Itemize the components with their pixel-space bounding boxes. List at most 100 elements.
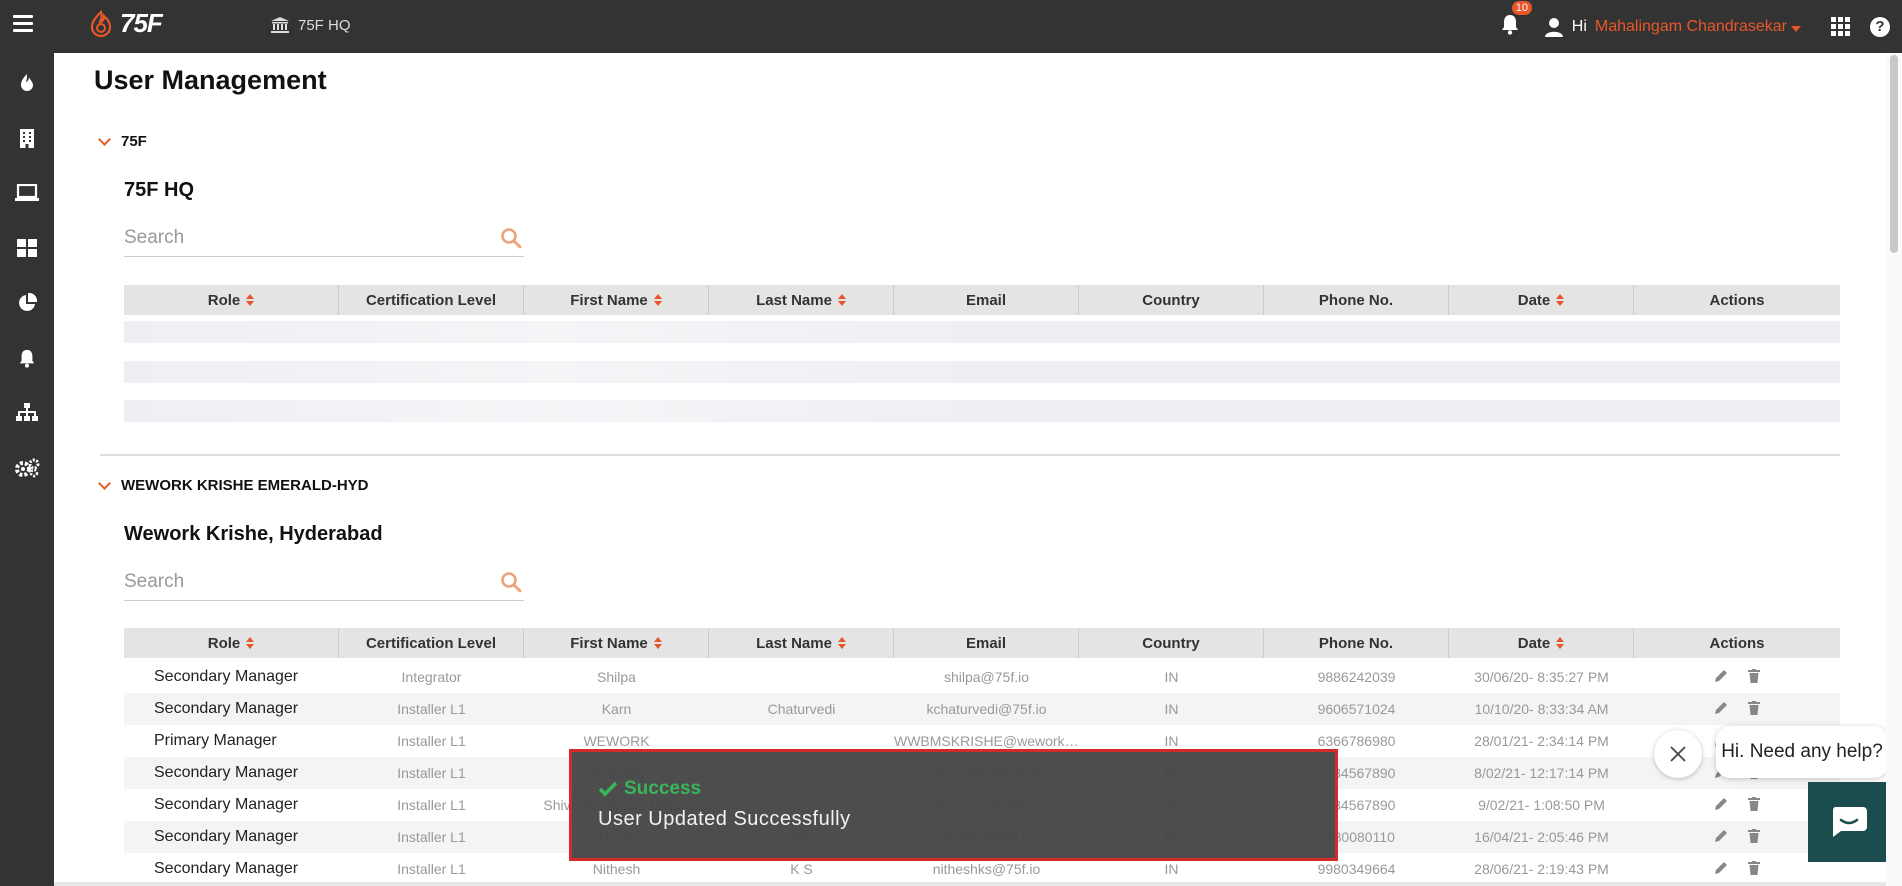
sort-icon[interactable] bbox=[1556, 637, 1565, 649]
delete-trash-icon[interactable] bbox=[1748, 668, 1760, 686]
building-icon bbox=[20, 129, 34, 148]
column-role[interactable]: Role bbox=[124, 628, 339, 658]
caret-down-icon bbox=[1791, 25, 1801, 32]
cell-country: IN bbox=[1164, 669, 1179, 685]
sidebar-item-devices[interactable] bbox=[12, 178, 42, 208]
success-toast[interactable]: Success User Updated Successfully bbox=[569, 749, 1338, 861]
sort-icon[interactable] bbox=[653, 637, 662, 649]
sort-icon[interactable] bbox=[653, 294, 662, 306]
search-box bbox=[124, 565, 524, 601]
column-country: Country bbox=[1079, 628, 1264, 658]
sidebar-item-alerts[interactable] bbox=[12, 343, 42, 373]
checkmark-icon bbox=[598, 781, 618, 797]
cell-country: IN bbox=[1164, 701, 1179, 717]
scrollbar-thumb[interactable] bbox=[1890, 55, 1898, 253]
cell-country: IN bbox=[1164, 733, 1179, 749]
sidebar-item-reports[interactable] bbox=[12, 288, 42, 318]
settings-icon bbox=[15, 458, 40, 478]
dashboard-icon bbox=[17, 239, 37, 257]
hamburger-menu-icon[interactable] bbox=[13, 15, 33, 35]
loading-placeholder-row bbox=[124, 361, 1840, 383]
delete-trash-icon[interactable] bbox=[1748, 796, 1760, 814]
sort-icon[interactable] bbox=[246, 637, 255, 649]
logo[interactable]: 75F bbox=[88, 8, 163, 39]
cell-cert: Installer L1 bbox=[397, 765, 466, 781]
chat-close-button[interactable] bbox=[1654, 730, 1702, 778]
column-last-name[interactable]: Last Name bbox=[709, 628, 894, 658]
search-icon[interactable] bbox=[500, 571, 522, 598]
column-phone: Phone No. bbox=[1264, 285, 1449, 315]
sidebar-item-dashboard[interactable] bbox=[12, 233, 42, 263]
column-certification-level: Certification Level bbox=[339, 285, 524, 315]
user-icon bbox=[1544, 17, 1563, 37]
sidebar-item-heating[interactable] bbox=[12, 68, 42, 98]
cell-date: 30/06/20- 8:35:27 PM bbox=[1474, 669, 1609, 685]
column-date[interactable]: Date bbox=[1449, 628, 1634, 658]
org-section-toggle-wework[interactable]: WEWORK KRISHE EMERALD-HYD bbox=[98, 477, 369, 494]
greeting-text: Hi bbox=[1571, 17, 1587, 35]
chat-launcher-button[interactable] bbox=[1808, 782, 1890, 862]
delete-trash-icon[interactable] bbox=[1748, 860, 1760, 878]
edit-pencil-icon[interactable] bbox=[1714, 669, 1728, 686]
delete-trash-icon[interactable] bbox=[1748, 700, 1760, 718]
delete-trash-icon[interactable] bbox=[1748, 828, 1760, 846]
cell-first: Karn bbox=[601, 701, 632, 717]
notifications-button[interactable]: 10 bbox=[1500, 1, 1533, 40]
sidebar-item-hierarchy[interactable] bbox=[12, 398, 42, 428]
vertical-scrollbar[interactable] bbox=[1886, 53, 1902, 886]
cell-last: Chaturvedi bbox=[767, 701, 836, 717]
cell-phone: 9886242039 bbox=[1317, 669, 1396, 685]
logo-text: 75F bbox=[120, 8, 163, 38]
edit-pencil-icon[interactable] bbox=[1714, 797, 1728, 814]
cell-email: shilpa@75f.io bbox=[943, 669, 1030, 685]
toast-title: Success bbox=[598, 778, 701, 800]
search-box bbox=[124, 221, 524, 257]
chat-prompt-bubble[interactable]: Hi. Need any help? bbox=[1716, 726, 1888, 778]
org-section-toggle-75f[interactable]: 75F bbox=[98, 133, 147, 150]
column-first-name[interactable]: First Name bbox=[524, 628, 709, 658]
cell-date: 9/02/21- 1:08:50 PM bbox=[1478, 797, 1605, 813]
user-menu[interactable]: Hi Mahalingam Chandrasekar bbox=[1544, 17, 1801, 37]
page-title: User Management bbox=[94, 65, 327, 95]
flame-logo-icon bbox=[90, 9, 112, 37]
cell-role: Secondary Manager bbox=[154, 796, 299, 813]
cell-cert: Installer L1 bbox=[397, 797, 466, 813]
sort-icon[interactable] bbox=[1556, 294, 1565, 306]
column-date[interactable]: Date bbox=[1449, 285, 1634, 315]
help-icon[interactable]: ? bbox=[1870, 16, 1890, 37]
cell-cert: Installer L1 bbox=[397, 701, 466, 717]
edit-pencil-icon[interactable] bbox=[1714, 701, 1728, 718]
search-icon[interactable] bbox=[500, 227, 522, 254]
cell-date: 16/04/21- 2:05:46 PM bbox=[1474, 829, 1609, 845]
column-role[interactable]: Role bbox=[124, 285, 339, 315]
cell-actions bbox=[1634, 700, 1840, 718]
table-header: Role Certification Level First Name Last… bbox=[124, 285, 1840, 315]
cell-actions bbox=[1634, 860, 1840, 878]
pie-chart-icon bbox=[19, 293, 37, 311]
horizontal-scrollbar[interactable] bbox=[54, 882, 1886, 886]
cell-role: Secondary Manager bbox=[154, 828, 299, 845]
column-last-name[interactable]: Last Name bbox=[709, 285, 894, 315]
chevron-down-icon bbox=[98, 133, 111, 146]
search-input[interactable] bbox=[124, 565, 494, 599]
search-input[interactable] bbox=[124, 221, 494, 255]
column-actions: Actions bbox=[1709, 291, 1765, 309]
loading-placeholder-row bbox=[124, 400, 1840, 422]
sort-icon[interactable] bbox=[837, 294, 846, 306]
cell-date: 8/02/21- 12:17:14 PM bbox=[1474, 765, 1609, 781]
chat-icon bbox=[1832, 807, 1867, 837]
sort-icon[interactable] bbox=[837, 637, 846, 649]
app-grid-icon[interactable] bbox=[1831, 17, 1850, 36]
hierarchy-icon bbox=[16, 403, 38, 421]
site-selector[interactable]: 75F HQ bbox=[270, 16, 351, 34]
column-country: Country bbox=[1079, 285, 1264, 315]
column-first-name[interactable]: First Name bbox=[524, 285, 709, 315]
cell-role: Secondary Manager bbox=[154, 860, 299, 877]
cell-actions bbox=[1634, 668, 1840, 686]
sidebar-item-buildings[interactable] bbox=[12, 123, 42, 153]
sort-icon[interactable] bbox=[246, 294, 255, 306]
sidebar-item-settings[interactable] bbox=[12, 453, 42, 483]
edit-pencil-icon[interactable] bbox=[1714, 829, 1728, 846]
edit-pencil-icon[interactable] bbox=[1714, 861, 1728, 878]
cell-last: K S bbox=[790, 861, 813, 877]
